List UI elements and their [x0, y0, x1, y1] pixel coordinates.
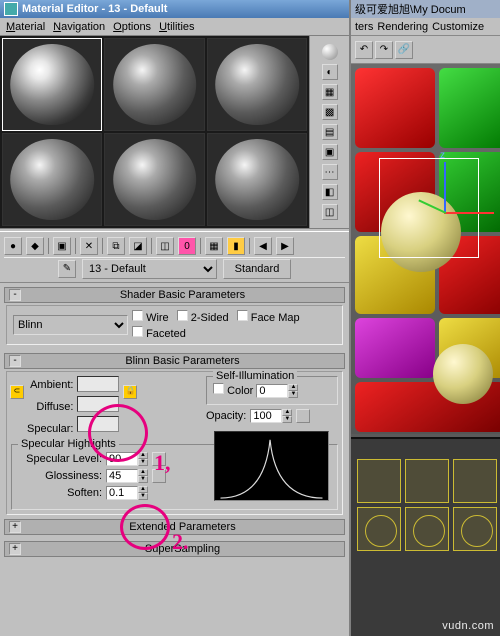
ambient-swatch[interactable]	[77, 376, 119, 392]
menu-modifiers[interactable]: ters	[355, 21, 373, 33]
rollout-supersampling[interactable]: + SuperSampling	[4, 541, 345, 557]
spec-level-spinner[interactable]: ▲▼	[106, 452, 148, 466]
material-effects-icon[interactable]: 0	[178, 237, 196, 255]
two-sided-check[interactable]: 2-Sided	[177, 310, 229, 324]
menu-options[interactable]: Options	[113, 21, 151, 33]
diffuse-lock-icon[interactable]: 🔒	[123, 385, 137, 399]
make-copy-icon[interactable]: ⧉	[107, 237, 125, 255]
titlebar: Material Editor - 13 - Default	[0, 0, 349, 18]
sample-slot-6[interactable]	[207, 133, 307, 226]
viewport[interactable]: z	[351, 64, 500, 636]
opacity-map-icon[interactable]	[296, 409, 310, 423]
spec-level-map-icon[interactable]	[152, 452, 166, 466]
background-icon[interactable]: ▦	[322, 84, 338, 100]
video-check-icon[interactable]: ▤	[322, 124, 338, 140]
window-title: Material Editor - 13 - Default	[22, 3, 167, 15]
menu-material[interactable]: Material	[6, 21, 45, 33]
menu-utilities[interactable]: Utilities	[159, 21, 194, 33]
soften-label: Soften:	[16, 487, 102, 499]
main-toolbar: ↶ ↷ 🔗	[351, 36, 500, 64]
sample-slot-5[interactable]	[104, 133, 204, 226]
blinn-panel: ⊂ Ambient: Diffuse: Specular: 🔒	[6, 371, 343, 515]
get-material-icon[interactable]: ●	[4, 237, 22, 255]
reset-map-icon[interactable]: ✕	[80, 237, 98, 255]
rollout-shader[interactable]: - Shader Basic Parameters	[4, 287, 345, 303]
spec-level-label: Specular Level:	[16, 453, 102, 465]
diffuse-swatch[interactable]	[77, 396, 119, 412]
undo-icon[interactable]: ↶	[355, 41, 373, 59]
put-to-library-icon[interactable]: ◫	[156, 237, 174, 255]
go-parent-icon[interactable]: ◀	[254, 237, 272, 255]
redo-icon[interactable]: ↷	[375, 41, 393, 59]
wireframe-viewport[interactable]	[351, 437, 500, 636]
specular-curve-preview	[214, 431, 329, 501]
sample-slot-3[interactable]	[207, 38, 307, 131]
shader-type-select[interactable]: Blinn	[13, 315, 128, 335]
self-illum-color-check[interactable]: Color	[213, 385, 253, 397]
glossiness-label: Glossiness:	[16, 470, 102, 482]
show-map-icon[interactable]: ▦	[205, 237, 223, 255]
main-app-window: 级可爱旭旭\My Docum ters Rendering Customize …	[351, 0, 500, 636]
toolbar: ● ◆ ▣ ✕ ⧉ ◪ ◫ 0 ▦ ▮ ◀ ▶ ✎	[0, 232, 349, 283]
menu-navigation[interactable]: Navigation	[53, 21, 105, 33]
opacity-spinner[interactable]: ▲▼	[250, 409, 292, 423]
select-by-material-icon[interactable]: ◧	[322, 184, 338, 200]
shader-panel: Blinn Wire 2-Sided Face Map Faceted	[6, 305, 343, 345]
glossiness-map-icon[interactable]	[152, 469, 166, 483]
main-menubar: ters Rendering Customize	[351, 18, 500, 36]
menubar: Material Navigation Options Utilities	[0, 18, 349, 36]
diffuse-label: Diffuse:	[36, 398, 73, 416]
options-icon[interactable]: ⋯	[322, 164, 338, 180]
self-illum-spinner[interactable]: ▲▼	[256, 384, 298, 398]
watermark: vudn.com	[442, 620, 494, 632]
preview-area: ◐ ▦ ▩ ▤ ▣ ⋯ ◧ ◫	[0, 36, 349, 228]
go-forward-icon[interactable]: ▶	[276, 237, 294, 255]
plus-icon: +	[9, 543, 21, 555]
material-map-navigator-icon[interactable]: ◫	[322, 204, 338, 220]
material-name-select[interactable]: 13 - Default	[82, 259, 217, 279]
minus-icon: -	[9, 289, 21, 301]
show-end-result-icon[interactable]: ▮	[227, 237, 245, 255]
side-tools: ◐ ▦ ▩ ▤ ▣ ⋯ ◧ ◫	[309, 36, 349, 228]
face-map-check[interactable]: Face Map	[237, 310, 300, 324]
ambient-diffuse-lock-icon[interactable]: ⊂	[10, 385, 24, 399]
app-icon	[4, 2, 18, 16]
put-to-scene-icon[interactable]: ◆	[26, 237, 44, 255]
link-icon[interactable]: 🔗	[395, 41, 413, 59]
material-editor-window: Material Editor - 13 - Default Material …	[0, 0, 351, 636]
main-titlebar: 级可爱旭旭\My Docum	[351, 0, 500, 18]
sample-uv-icon[interactable]: ▩	[322, 104, 338, 120]
scene-sphere-2[interactable]	[433, 344, 493, 404]
menu-rendering[interactable]: Rendering	[377, 21, 428, 33]
ambient-label: Ambient:	[30, 376, 73, 394]
perspective-viewport[interactable]: z	[351, 64, 500, 434]
make-unique-icon[interactable]: ◪	[129, 237, 147, 255]
specular-label: Specular:	[27, 420, 73, 438]
pick-material-icon[interactable]: ✎	[58, 260, 76, 278]
sample-type-icon[interactable]	[322, 44, 338, 60]
sample-slot-4[interactable]	[2, 133, 102, 226]
minus-icon: -	[9, 355, 21, 367]
faceted-check[interactable]: Faceted	[132, 326, 186, 340]
soften-spinner[interactable]: ▲▼	[106, 486, 148, 500]
sample-slot-1[interactable]	[2, 38, 102, 131]
sample-slot-2[interactable]	[104, 38, 204, 131]
move-gizmo[interactable]: z	[416, 182, 476, 242]
sample-slots	[0, 36, 309, 228]
specular-highlights-group: Specular Highlights Specular Level: ▲▼ G…	[11, 444, 338, 510]
glossiness-spinner[interactable]: ▲▼	[106, 469, 148, 483]
make-preview-icon[interactable]: ▣	[322, 144, 338, 160]
wire-check[interactable]: Wire	[132, 310, 169, 324]
opacity-label: Opacity:	[206, 410, 246, 422]
plus-icon: +	[9, 521, 21, 533]
menu-customize[interactable]: Customize	[432, 21, 484, 33]
specular-swatch[interactable]	[77, 416, 119, 432]
assign-to-selection-icon[interactable]: ▣	[53, 237, 71, 255]
material-type-button[interactable]: Standard	[223, 259, 291, 279]
rollout-extended[interactable]: + Extended Parameters	[4, 519, 345, 535]
rollout-blinn[interactable]: - Blinn Basic Parameters	[4, 353, 345, 369]
backlight-icon[interactable]: ◐	[322, 64, 338, 80]
self-illumination-group: Self-Illumination Color ▲▼	[206, 376, 338, 405]
